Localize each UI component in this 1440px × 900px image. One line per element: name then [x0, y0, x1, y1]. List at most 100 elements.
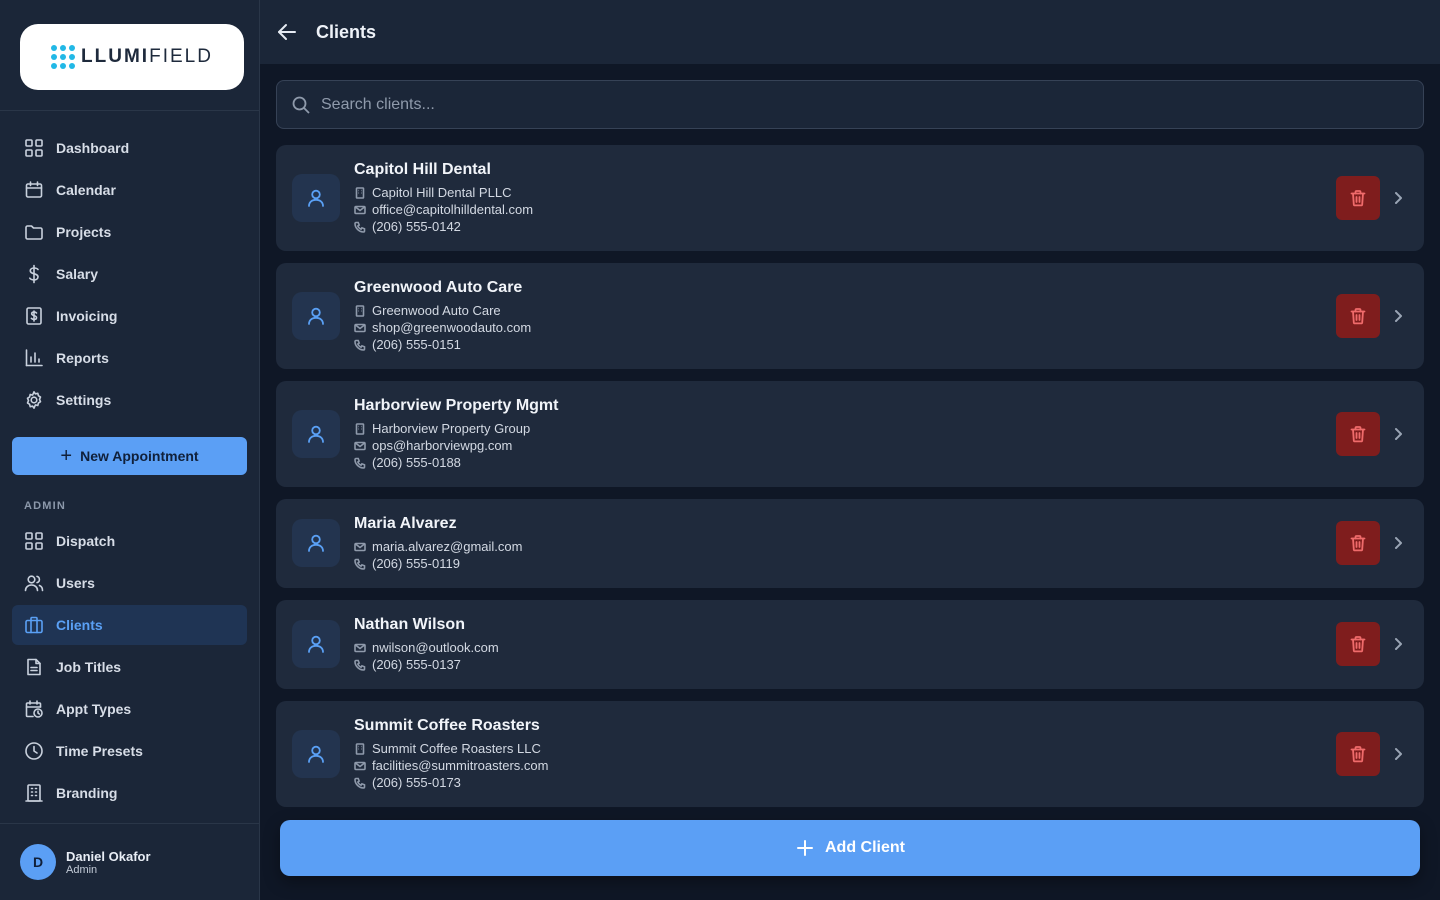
sidebar-item-label: Time Presets — [56, 743, 143, 759]
open-client-chevron[interactable] — [1390, 746, 1406, 762]
delete-client-button[interactable] — [1336, 521, 1380, 565]
building-icon — [355, 422, 365, 435]
sidebar-item-label: Appt Types — [56, 701, 132, 717]
user-profile[interactable]: D Daniel Okafor Admin — [0, 823, 259, 900]
client-phone-text: (206) 555-0151 — [372, 337, 461, 352]
client-card[interactable]: Capitol Hill Dental Capitol Hill Dental … — [276, 145, 1424, 251]
delete-client-button[interactable] — [1336, 622, 1380, 666]
sidebar-item-label: Settings — [56, 392, 112, 408]
phone-icon — [354, 659, 366, 671]
trash-icon — [1350, 190, 1366, 207]
client-name: Nathan Wilson — [354, 616, 465, 633]
user-name: Daniel Okafor — [66, 848, 151, 864]
dashboard-icon — [25, 139, 43, 157]
sidebar-item-branding[interactable]: Branding — [12, 773, 247, 813]
open-client-chevron[interactable] — [1390, 426, 1406, 442]
sidebar-item-calendar[interactable]: Calendar — [12, 170, 247, 210]
gear-icon — [26, 391, 42, 409]
client-card[interactable]: Nathan Wilson nwilson@outlook.com (206) … — [276, 600, 1424, 689]
client-card[interactable]: Greenwood Auto Care Greenwood Auto Care … — [276, 263, 1424, 369]
building-icon — [355, 304, 365, 317]
client-card[interactable]: Summit Coffee Roasters Summit Coffee Roa… — [276, 701, 1424, 807]
client-card[interactable]: Harborview Property Mgmt Harborview Prop… — [276, 381, 1424, 487]
chevron-right-icon — [1395, 192, 1402, 204]
open-client-chevron[interactable] — [1390, 535, 1406, 551]
client-avatar — [292, 292, 340, 340]
sidebar-item-job-titles[interactable]: Job Titles — [12, 647, 247, 687]
open-client-chevron[interactable] — [1390, 636, 1406, 652]
client-email: shop@greenwoodauto.com — [354, 319, 531, 336]
client-phone: (206) 555-0142 — [354, 218, 533, 235]
client-phone: (206) 555-0119 — [354, 555, 522, 572]
sidebar-item-label: Branding — [56, 785, 118, 801]
user-role: Admin — [66, 863, 98, 876]
sidebar-item-time-presets[interactable]: Time Presets — [12, 731, 247, 771]
client-details: Harborview Property Mgmt Harborview Prop… — [354, 397, 558, 471]
client-details: Maria Alvarez maria.alvarez@gmail.com (2… — [354, 515, 522, 572]
sidebar-item-dashboard[interactable]: Dashboard — [12, 128, 247, 168]
client-email: office@capitolhilldental.com — [354, 201, 533, 218]
sidebar-item-settings[interactable]: Settings — [12, 380, 247, 420]
briefcase-icon — [25, 616, 43, 634]
sidebar-item-users[interactable]: Users — [12, 563, 247, 603]
client-avatar — [292, 174, 340, 222]
phone-icon — [354, 339, 366, 351]
brand-logo[interactable]: LLUMIFIELD — [20, 24, 244, 90]
add-client-button[interactable]: Add Client — [280, 820, 1420, 876]
delete-client-button[interactable] — [1336, 732, 1380, 776]
client-phone: (206) 555-0173 — [354, 774, 548, 791]
logo-dots-icon — [51, 45, 76, 69]
mail-icon — [354, 761, 366, 770]
chevron-right-icon — [1395, 310, 1402, 322]
phone-icon — [354, 457, 366, 469]
back-button[interactable] — [276, 21, 298, 43]
sidebar-item-clients[interactable]: Clients — [12, 605, 247, 645]
users-icon — [24, 575, 44, 592]
client-company: Summit Coffee Roasters LLC — [354, 740, 548, 757]
trash-icon — [1350, 746, 1366, 763]
clock-icon — [25, 742, 43, 760]
client-phone-text: (206) 555-0173 — [372, 775, 461, 790]
sidebar-item-reports[interactable]: Reports — [12, 338, 247, 378]
client-phone-text: (206) 555-0188 — [372, 455, 461, 470]
sidebar-item-salary[interactable]: Salary — [12, 254, 247, 294]
sidebar-item-dispatch[interactable]: Dispatch — [12, 521, 247, 561]
client-phone: (206) 555-0188 — [354, 454, 558, 471]
client-company-text: Harborview Property Group — [372, 421, 531, 436]
client-email-text: ops@harborviewpg.com — [372, 438, 513, 453]
client-avatar — [292, 620, 340, 668]
client-phone-text: (206) 555-0142 — [372, 219, 461, 234]
client-card[interactable]: Maria Alvarez maria.alvarez@gmail.com (2… — [276, 499, 1424, 588]
logo-text: LLUMIFIELD — [81, 46, 213, 67]
open-client-chevron[interactable] — [1390, 190, 1406, 206]
new-appointment-button[interactable]: + New Appointment — [12, 437, 247, 475]
main-nav: Dashboard Calendar Projects Salary Invoi… — [12, 128, 247, 422]
user-icon — [308, 425, 324, 443]
sidebar-item-label: Job Titles — [56, 659, 122, 675]
open-client-chevron[interactable] — [1390, 308, 1406, 324]
search-input[interactable] — [321, 95, 1401, 114]
sidebar-item-invoicing[interactable]: Invoicing — [12, 296, 247, 336]
client-email: nwilson@outlook.com — [354, 639, 499, 656]
admin-nav: Dispatch Users Clients Job Titles Appt T… — [12, 521, 247, 815]
sidebar-item-appt-types[interactable]: Appt Types — [12, 689, 247, 729]
client-company: Capitol Hill Dental PLLC — [354, 184, 533, 201]
phone-icon — [354, 777, 366, 789]
plus-icon — [797, 840, 813, 856]
client-name: Capitol Hill Dental — [354, 161, 491, 178]
client-phone: (206) 555-0151 — [354, 336, 531, 353]
delete-client-button[interactable] — [1336, 412, 1380, 456]
sidebar-item-projects[interactable]: Projects — [12, 212, 247, 252]
trash-icon — [1350, 535, 1366, 552]
delete-client-button[interactable] — [1336, 176, 1380, 220]
building-icon — [25, 784, 43, 802]
delete-client-button[interactable] — [1336, 294, 1380, 338]
chevron-right-icon — [1395, 748, 1402, 760]
client-phone-text: (206) 555-0119 — [372, 556, 460, 571]
invoice-icon — [26, 307, 42, 325]
user-icon — [308, 635, 324, 653]
sidebar-item-label: Projects — [56, 224, 112, 240]
new-appointment-label: New Appointment — [80, 448, 199, 464]
user-icon — [308, 745, 324, 763]
trash-icon — [1350, 426, 1366, 443]
